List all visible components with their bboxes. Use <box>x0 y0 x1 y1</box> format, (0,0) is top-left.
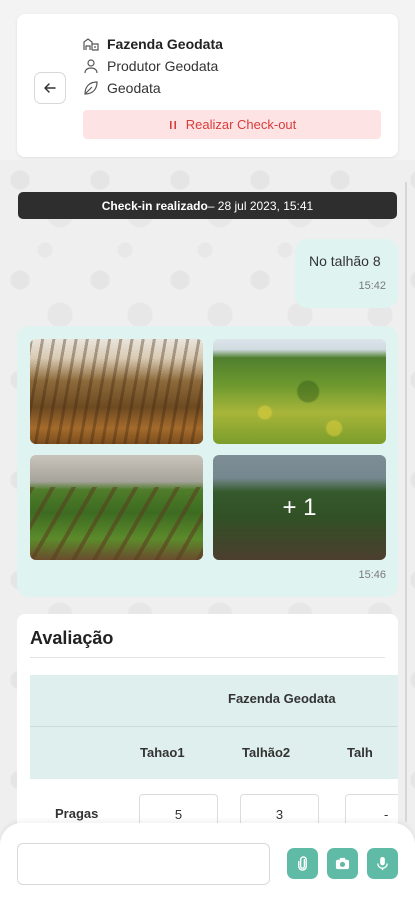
microphone-icon <box>377 856 388 871</box>
evaluation-card: Avaliação Fazenda Geodata Tahao1 Talhão2… <box>17 614 398 854</box>
leaf-icon <box>84 81 98 95</box>
checkin-label: Check-in realizado <box>101 198 208 213</box>
checkin-datetime: – 28 jul 2023, 15:41 <box>207 198 314 213</box>
column-header: Tahao1 <box>140 745 185 760</box>
photos-bubble: + 1 15:46 <box>17 326 398 597</box>
company-name: Geodata <box>107 80 161 96</box>
divider <box>30 726 398 727</box>
attach-button[interactable] <box>287 848 318 879</box>
camera-icon <box>335 857 350 870</box>
checkin-banner: Check-in realizado – 28 jul 2023, 15:41 <box>18 192 397 219</box>
camera-button[interactable] <box>327 848 358 879</box>
column-header: Talh <box>347 745 373 760</box>
microphone-button[interactable] <box>367 848 398 879</box>
row-label: Pragas <box>55 806 99 821</box>
photo-thumbnail-more[interactable]: + 1 <box>213 455 386 560</box>
user-icon <box>84 59 98 74</box>
evaluation-table-header: Fazenda Geodata Tahao1 Talhão2 Talh <box>30 675 398 779</box>
farm-name: Fazenda Geodata <box>107 36 223 52</box>
back-button[interactable] <box>34 72 66 104</box>
company-row: Geodata <box>83 80 161 96</box>
message-composer <box>0 823 415 900</box>
pause-icon <box>169 120 176 129</box>
photos-time: 15:46 <box>358 569 386 581</box>
farm-row: Fazenda Geodata <box>83 36 223 52</box>
column-header: Talhão2 <box>242 745 291 760</box>
photo-thumbnail[interactable] <box>30 455 203 560</box>
photo-thumbnail[interactable] <box>30 339 203 444</box>
visit-header-card: Fazenda Geodata Produtor Geodata Geodata… <box>17 14 398 157</box>
message-bubble[interactable]: No talhão 8 15:42 <box>295 239 398 308</box>
arrow-left-icon <box>44 83 56 93</box>
producer-row: Produtor Geodata <box>83 58 218 74</box>
checkout-button[interactable]: Realizar Check-out <box>83 110 381 139</box>
producer-name: Produtor Geodata <box>107 58 219 74</box>
message-time: 15:42 <box>358 280 386 292</box>
checkout-label: Realizar Check-out <box>185 117 297 132</box>
more-photos-count: + 1 <box>213 455 386 560</box>
scrollbar[interactable] <box>405 182 407 822</box>
farm-icon <box>83 38 99 51</box>
paperclip-icon <box>298 856 307 871</box>
divider <box>30 657 385 658</box>
message-text: No talhão 8 <box>309 253 381 269</box>
photo-thumbnail[interactable] <box>213 339 386 444</box>
table-farm-name: Fazenda Geodata <box>228 691 336 706</box>
message-input[interactable] <box>17 843 270 885</box>
evaluation-title: Avaliação <box>30 628 114 648</box>
